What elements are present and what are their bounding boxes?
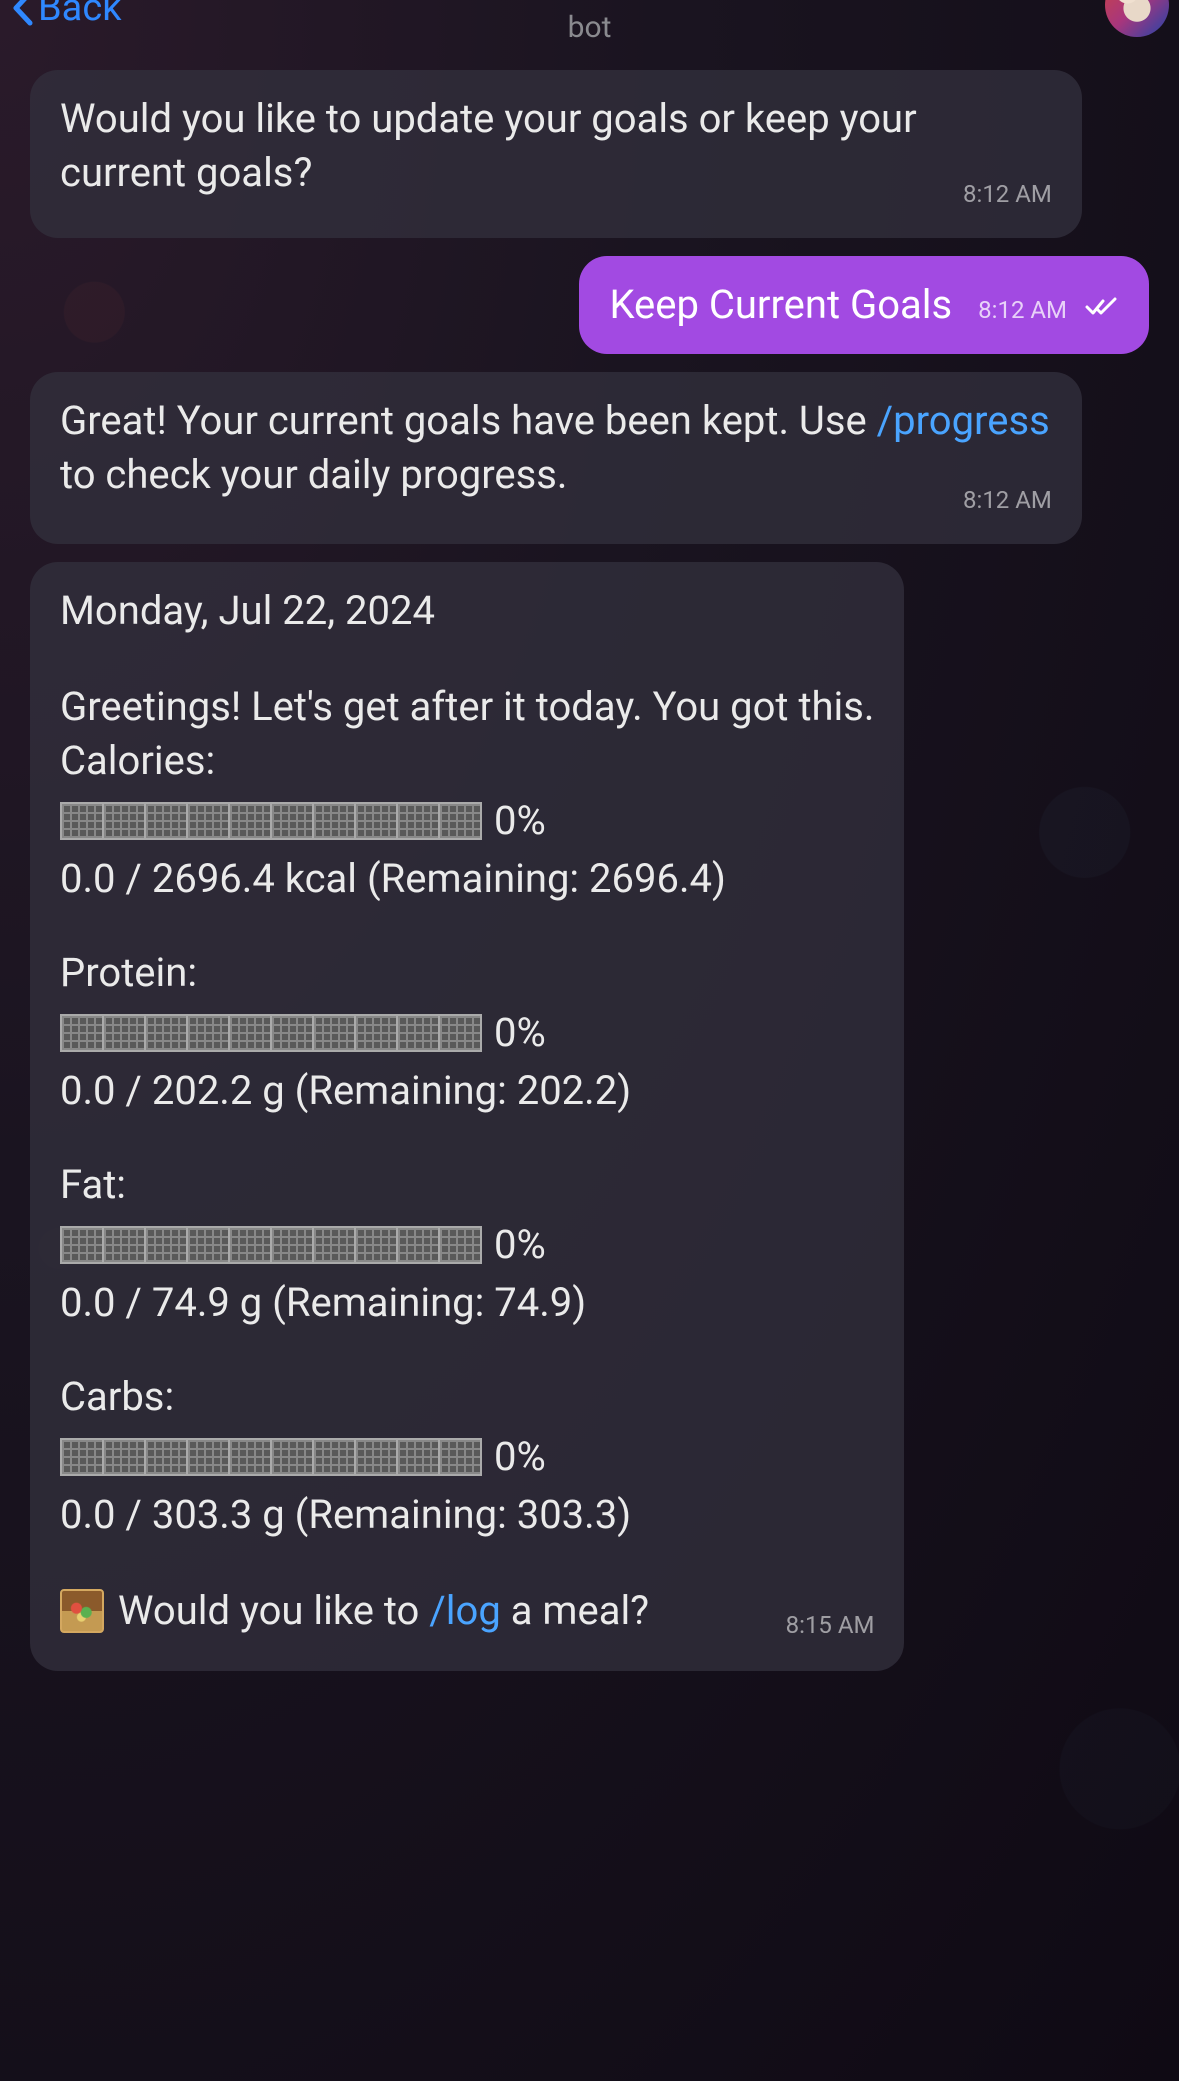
protein-label: Protein: [60, 946, 874, 1000]
log-command-link[interactable]: /log [429, 1587, 501, 1634]
bot-message-goals-question[interactable]: Would you like to update your goals or k… [30, 70, 1082, 238]
fat-percent: 0% [494, 1218, 546, 1272]
calories-progress-bar [60, 802, 480, 840]
fat-detail: 0.0 / 74.9 g (Remaining: 74.9) [60, 1276, 874, 1330]
calories-label: Calories: [60, 734, 874, 788]
read-receipt-icon [1085, 296, 1119, 318]
carbs-bar-row: 0% [60, 1430, 874, 1484]
protein-progress-bar [60, 1014, 480, 1052]
progress-date: Monday, Jul 22, 2024 [60, 584, 874, 638]
protein-percent: 0% [494, 1006, 546, 1060]
fat-progress-bar [60, 1226, 480, 1264]
bot-message-confirmation[interactable]: Great! Your current goals have been kept… [30, 372, 1082, 544]
calories-detail: 0.0 / 2696.4 kcal (Remaining: 2696.4) [60, 852, 874, 906]
progress-greeting: Greetings! Let's get after it today. You… [60, 680, 874, 734]
message-time: 8:12 AM [978, 294, 1067, 326]
chevron-left-icon [10, 0, 34, 27]
fat-bar-row: 0% [60, 1218, 874, 1272]
message-text-pre: Great! Your current goals have been kept… [60, 397, 877, 444]
user-message-keep-goals[interactable]: Keep Current Goals 8:12 AM [579, 256, 1149, 354]
calories-percent: 0% [494, 794, 546, 848]
back-button[interactable]: Back [10, 0, 122, 30]
chat-header: Back bot [0, 0, 1179, 60]
carbs-progress-bar [60, 1438, 480, 1476]
carbs-detail: 0.0 / 303.3 g (Remaining: 303.3) [60, 1488, 874, 1542]
protein-detail: 0.0 / 202.2 g (Remaining: 202.2) [60, 1064, 874, 1118]
progress-command-link[interactable]: /progress [877, 397, 1050, 444]
meal-emoji-icon [60, 1589, 104, 1633]
footer-text-post: a meal? [501, 1587, 649, 1634]
message-text: Keep Current Goals [609, 278, 952, 332]
back-label: Back [38, 0, 122, 30]
carbs-label: Carbs: [60, 1370, 874, 1424]
footer-text-pre: Would you like to [118, 1587, 429, 1634]
messages-container: Would you like to update your goals or k… [0, 60, 1179, 1701]
bot-message-daily-progress[interactable]: Monday, Jul 22, 2024 Greetings! Let's ge… [30, 562, 904, 1671]
protein-bar-row: 0% [60, 1006, 874, 1060]
message-time: 8:12 AM [963, 486, 1052, 514]
calories-bar-row: 0% [60, 794, 874, 848]
message-text-post: to check your daily progress. [60, 451, 567, 498]
avatar[interactable] [1105, 0, 1169, 37]
chat-title[interactable]: bot [568, 10, 612, 45]
carbs-percent: 0% [494, 1430, 546, 1484]
fat-label: Fat: [60, 1158, 874, 1212]
message-time: 8:12 AM [963, 180, 1052, 208]
message-time: 8:15 AM [786, 1609, 875, 1641]
